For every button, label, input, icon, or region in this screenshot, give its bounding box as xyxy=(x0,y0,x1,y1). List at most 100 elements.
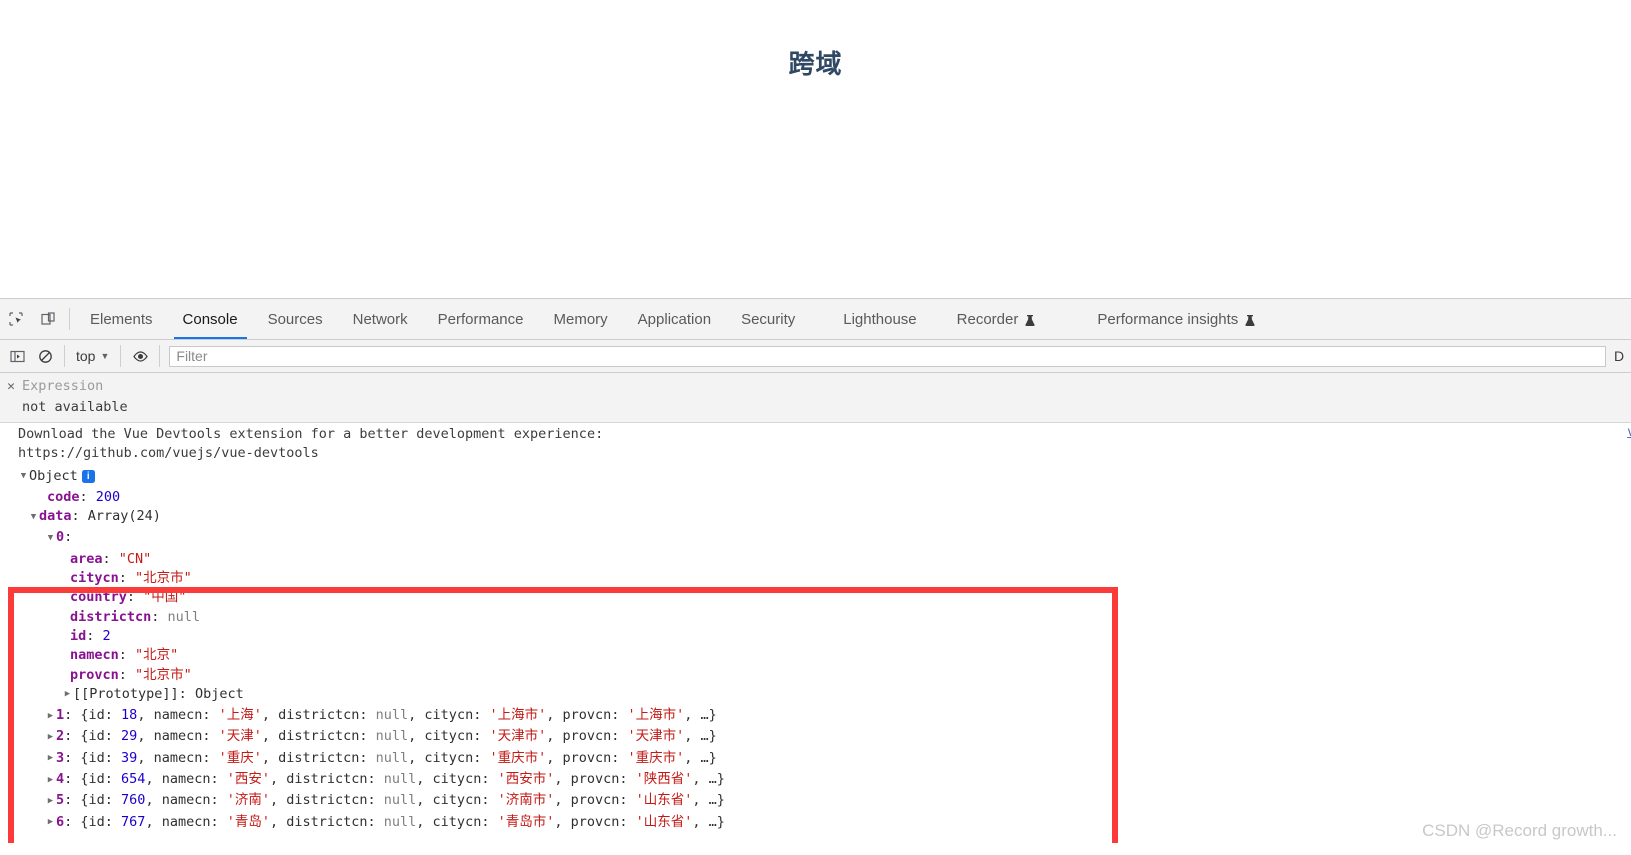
disclosure-triangle-icon[interactable] xyxy=(45,813,56,832)
property-row-area: area: "CN" xyxy=(70,550,152,567)
array-index-label: 4 xyxy=(56,771,65,788)
property-row-country: country: "中国" xyxy=(70,589,187,606)
filter-input[interactable] xyxy=(169,345,1606,367)
close-icon[interactable]: ✕ xyxy=(0,376,22,397)
property-key: code xyxy=(47,488,80,505)
tab-network[interactable]: Network xyxy=(338,299,423,339)
property-value: 2 xyxy=(102,627,111,644)
property-value: "北京市" xyxy=(135,570,192,587)
console-message-list: Download the Vue Devtools extension for … xyxy=(0,423,1631,843)
filterbar-divider xyxy=(120,345,122,367)
array-row[interactable]: 6: {id: 767, namecn: '青岛', districtcn: n… xyxy=(18,813,1631,834)
property-row-id: id: 2 xyxy=(70,627,111,644)
row-districtcn: null xyxy=(375,728,409,745)
row-provcn: '山东省' xyxy=(635,813,693,830)
disclosure-triangle-icon[interactable] xyxy=(45,771,56,790)
toolbar-divider xyxy=(69,308,70,330)
row-namecn: '天津' xyxy=(218,728,262,745)
row-citycn: '天津市' xyxy=(489,728,547,745)
disclosure-triangle-icon[interactable] xyxy=(18,467,29,486)
row-districtcn: null xyxy=(375,707,409,724)
row-districtcn: null xyxy=(383,813,417,830)
tab-label: Elements xyxy=(90,310,153,328)
tab-sources[interactable]: Sources xyxy=(253,299,338,339)
tab-performance[interactable]: Performance xyxy=(423,299,539,339)
disclosure-triangle-icon[interactable] xyxy=(62,685,73,704)
row-districtcn: null xyxy=(375,749,409,766)
row-namecn: '上海' xyxy=(218,707,262,724)
row-provcn: '陕西省' xyxy=(635,771,693,788)
tab-label: Security xyxy=(741,310,796,328)
property-value: Array(24) xyxy=(87,508,161,525)
row-id: 654 xyxy=(121,771,146,788)
row-id: 39 xyxy=(121,749,138,766)
disclosure-triangle-icon[interactable] xyxy=(45,728,56,747)
tab-console[interactable]: Console xyxy=(168,299,253,339)
filterbar-divider xyxy=(64,345,65,367)
tab-label: Console xyxy=(182,310,238,328)
tab-performance-insights[interactable]: Performance insights xyxy=(1082,299,1270,339)
info-icon[interactable]: i xyxy=(81,469,95,483)
filterbar-divider xyxy=(159,345,161,367)
row-id: 760 xyxy=(121,792,146,809)
tab-application[interactable]: Application xyxy=(623,299,726,339)
property-key: area xyxy=(70,550,103,567)
tab-memory[interactable]: Memory xyxy=(539,299,623,339)
disclosure-triangle-icon[interactable] xyxy=(45,529,56,548)
watermark: CSDN @Record growth... xyxy=(1422,821,1617,840)
tab-elements[interactable]: Elements xyxy=(75,299,168,339)
property-key: provcn xyxy=(70,666,119,683)
chevron-down-icon: ▼ xyxy=(100,351,110,361)
create-live-expression-icon[interactable] xyxy=(126,342,154,370)
array-index-label: 2 xyxy=(56,728,65,745)
page-title: 跨域 xyxy=(788,50,843,80)
live-expression-placeholder[interactable]: Expression xyxy=(22,376,103,397)
property-value: null xyxy=(167,608,201,625)
array-row[interactable]: 2: {id: 29, namecn: '天津', districtcn: nu… xyxy=(18,727,1631,748)
array-row[interactable]: 3: {id: 39, namecn: '重庆', districtcn: nu… xyxy=(18,749,1631,770)
property-key: country xyxy=(70,589,127,606)
property-row-code: code: 200 xyxy=(47,488,121,505)
source-link[interactable]: v xyxy=(1627,423,1631,442)
disclosure-triangle-icon[interactable] xyxy=(45,792,56,811)
row-districtcn: null xyxy=(383,792,417,809)
object-root-row[interactable]: Objecti xyxy=(18,467,1631,488)
row-namecn: '西安' xyxy=(226,771,270,788)
array-index-label: 1 xyxy=(56,707,65,724)
log-levels-dropdown[interactable]: D xyxy=(1614,348,1628,364)
console-message-object-tree: Objecti code: 200 data: Array(24) 0: are… xyxy=(0,464,1631,834)
console-message-vue-devtools: Download the Vue Devtools extension for … xyxy=(0,423,1631,464)
prototype-row[interactable]: [[Prototype]]: Object xyxy=(18,685,1631,706)
inspect-element-icon[interactable] xyxy=(0,299,32,339)
disclosure-triangle-icon[interactable] xyxy=(45,707,56,726)
array-row[interactable]: 4: {id: 654, namecn: '西安', districtcn: n… xyxy=(18,770,1631,791)
array-index-label: 0 xyxy=(56,529,65,546)
devtools-panel: Elements Console Sources Network Perform… xyxy=(0,298,1631,855)
device-toolbar-icon[interactable] xyxy=(32,299,64,339)
array-index-label: 6 xyxy=(56,813,65,830)
array-row[interactable]: 1: {id: 18, namecn: '上海', districtcn: nu… xyxy=(18,706,1631,727)
tab-label: Sources xyxy=(267,310,323,328)
property-key: districtcn xyxy=(70,608,152,625)
prototype-label: [[Prototype]]: xyxy=(73,685,187,702)
live-expression-value: not available xyxy=(22,399,128,415)
property-row-data[interactable]: data: Array(24) xyxy=(18,507,1631,528)
execution-context-selector[interactable]: top ▼ xyxy=(70,348,115,364)
property-key: id xyxy=(70,627,87,644)
disclosure-triangle-icon[interactable] xyxy=(28,508,39,527)
tab-recorder[interactable]: Recorder xyxy=(942,299,1051,339)
row-citycn: '济南市' xyxy=(497,792,555,809)
row-provcn: '重庆市' xyxy=(627,749,685,766)
clear-console-icon[interactable] xyxy=(31,342,59,370)
property-value: "北京" xyxy=(135,647,179,664)
tab-label: Performance insights xyxy=(1097,310,1239,328)
tab-security[interactable]: Security xyxy=(726,299,810,339)
tab-label: Application xyxy=(637,310,712,328)
property-value: "北京市" xyxy=(135,666,192,683)
tab-lighthouse[interactable]: Lighthouse xyxy=(828,299,931,339)
prototype-value: Object xyxy=(194,685,244,702)
array-index-row-0[interactable]: 0: xyxy=(18,528,1631,549)
disclosure-triangle-icon[interactable] xyxy=(45,749,56,768)
console-sidebar-icon[interactable] xyxy=(3,342,31,370)
array-row[interactable]: 5: {id: 760, namecn: '济南', districtcn: n… xyxy=(18,791,1631,812)
